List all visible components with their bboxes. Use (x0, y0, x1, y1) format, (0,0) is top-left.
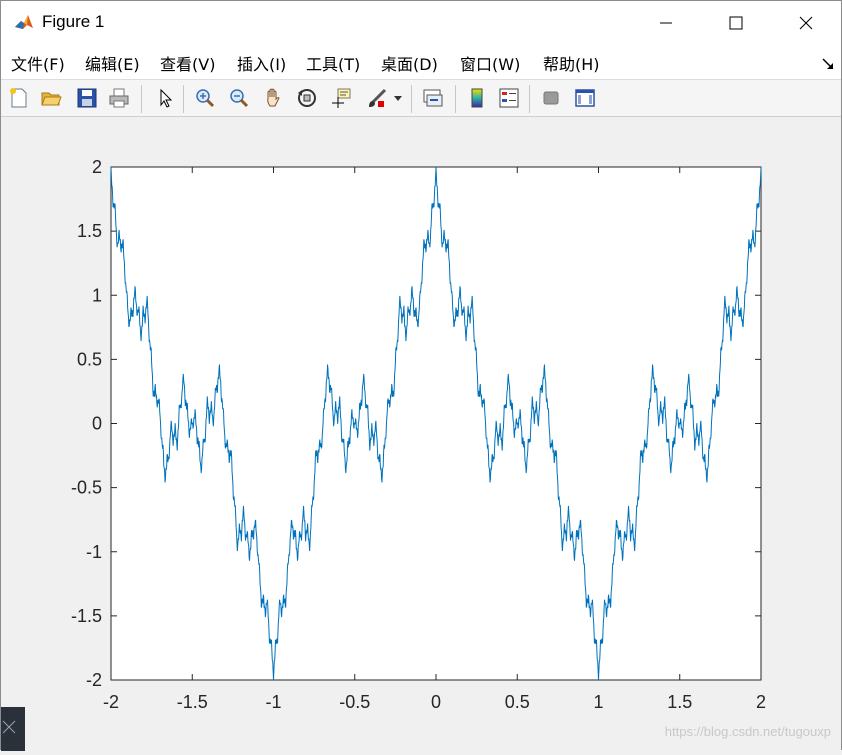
save-icon (77, 88, 97, 108)
figure-canvas[interactable]: -2 -1.5 -1 -0.5 0 0.5 1 1.5 2 2 1.5 1 0.5 0 -0.5 -1 -1.5… (1, 118, 841, 750)
zoom-out-button[interactable] (225, 84, 253, 112)
close-icon (2, 720, 16, 734)
y-tick-label: -2 (86, 670, 102, 690)
print-button[interactable] (105, 84, 133, 112)
y-tick-label: -0.5 (71, 478, 102, 498)
axes-background[interactable] (110, 166, 762, 681)
zoom-in-icon (196, 89, 215, 108)
menu-tools[interactable]: 工具(T) (306, 51, 360, 75)
toolbar-separator (529, 85, 530, 113)
figure-toolbar (1, 79, 841, 117)
watermark-text: https://blog.csdn.net/tugouxp (664, 724, 831, 739)
menu-window[interactable]: 窗口(W) (460, 51, 520, 75)
x-tick-label: 0 (431, 692, 441, 712)
print-icon (109, 88, 129, 108)
menu-view[interactable]: 查看(V) (160, 51, 215, 75)
menu-bar: 文件(F) 编辑(E) 查看(V) 插入(I) 工具(T) 桌面(D) 窗口(W… (1, 45, 841, 79)
x-tick-label: -2 (103, 692, 119, 712)
menu-insert[interactable]: 插入(I) (237, 51, 286, 75)
insert-colorbar-button[interactable] (463, 84, 491, 112)
link-plot-icon (423, 89, 443, 107)
data-cursor-icon (332, 88, 351, 108)
toolbar-separator (183, 85, 184, 113)
zoom-out-icon (230, 89, 249, 108)
close-button[interactable] (771, 1, 841, 45)
title-bar[interactable]: Figure 1 (1, 1, 841, 45)
insert-colorbar-icon (471, 88, 483, 108)
brush-dropdown-icon (394, 96, 402, 101)
select-arrow-icon (160, 88, 173, 108)
brush-button[interactable] (363, 84, 391, 112)
menu-file[interactable]: 文件(F) (11, 51, 65, 75)
maximize-button[interactable] (701, 1, 771, 45)
data-cursor-button[interactable] (327, 84, 355, 112)
x-tick-label: -1.5 (177, 692, 208, 712)
axes-chart[interactable]: -2 -1.5 -1 -0.5 0 0.5 1 1.5 2 2 1.5 1 0.5 0 -0.5 -1 -1.5… (1, 118, 841, 750)
open-file-button[interactable] (37, 84, 65, 112)
y-tick-label: 0 (92, 414, 102, 434)
zoom-in-button[interactable] (191, 84, 219, 112)
window-title: Figure 1 (42, 12, 105, 31)
x-tick-label: 1.5 (667, 692, 692, 712)
y-tick-label: 1.5 (77, 221, 102, 241)
new-figure-button[interactable] (5, 84, 33, 112)
new-figure-icon (10, 88, 27, 108)
brush-icon (369, 88, 387, 107)
dock-arrow-icon[interactable] (821, 57, 835, 71)
link-plot-button[interactable] (419, 84, 447, 112)
rotate-3d-icon (298, 89, 316, 107)
x-tick-label: 0.5 (505, 692, 530, 712)
insert-legend-icon (499, 88, 519, 108)
menu-edit[interactable]: 编辑(E) (85, 51, 140, 75)
pan-hand-icon (267, 88, 280, 107)
show-plot-tools-button[interactable] (571, 84, 599, 112)
hide-plot-tools-button[interactable] (537, 84, 565, 112)
maximize-icon (729, 16, 743, 30)
brush-dropdown-button[interactable] (391, 84, 405, 112)
y-tick-label: -1 (86, 542, 102, 562)
y-tick-label: 1 (92, 285, 102, 305)
show-plot-tools-icon (575, 89, 595, 107)
y-tick-label: -1.5 (71, 606, 102, 626)
close-icon (799, 16, 813, 30)
hide-plot-tools-icon (543, 91, 559, 105)
y-tick-label: 0.5 (77, 349, 102, 369)
menu-desktop[interactable]: 桌面(D) (381, 51, 438, 75)
pan-button[interactable] (259, 84, 287, 112)
minimize-icon (660, 22, 672, 24)
x-tick-label: 1 (593, 692, 603, 712)
minimize-button[interactable] (631, 1, 701, 45)
x-tick-label: -1 (265, 692, 281, 712)
insert-legend-button[interactable] (495, 84, 523, 112)
taskbar-corner (1, 707, 25, 751)
open-file-icon (41, 92, 62, 106)
toolbar-separator (141, 85, 142, 113)
matlab-logo-icon (13, 12, 35, 34)
toolbar-separator (455, 85, 456, 113)
x-tick-label: 2 (756, 692, 766, 712)
select-arrow-button[interactable] (151, 84, 179, 112)
toolbar-separator (411, 85, 412, 113)
x-tick-label: -0.5 (339, 692, 370, 712)
menu-help[interactable]: 帮助(H) (543, 51, 600, 75)
rotate-3d-button[interactable] (293, 84, 321, 112)
figure-window: Figure 1 文件(F) 编辑(E) 查看(V) 插入(I) 工具(T) 桌… (0, 0, 842, 751)
save-button[interactable] (73, 84, 101, 112)
y-tick-label: 2 (92, 157, 102, 177)
